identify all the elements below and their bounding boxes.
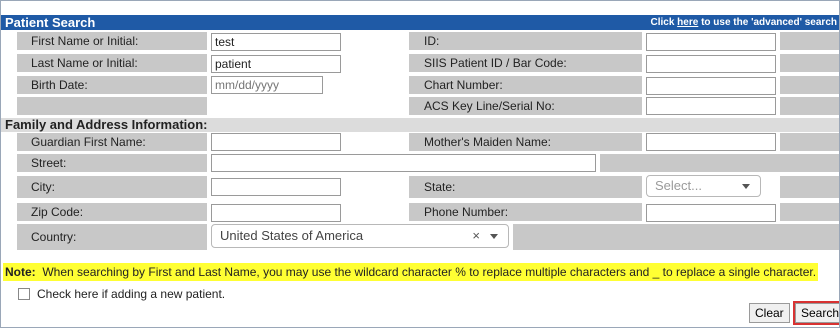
state-placeholder: Select... [655, 178, 702, 193]
chevron-down-icon [490, 234, 498, 239]
acs-key-input[interactable] [646, 97, 776, 115]
wildcard-note: Note: When searching by First and Last N… [3, 263, 819, 281]
advanced-link-here[interactable]: here [677, 17, 698, 28]
zip-code-label: Zip Code: [31, 205, 84, 219]
first-name-input[interactable] [211, 33, 341, 51]
phone-number-label: Phone Number: [424, 205, 509, 219]
new-patient-label: Check here if adding a new patient. [37, 287, 226, 301]
label-cell [780, 54, 839, 72]
first-name-label: First Name or Initial: [31, 34, 139, 48]
chart-number-input[interactable] [646, 77, 776, 95]
acs-key-label: ACS Key Line/Serial No: [424, 99, 555, 113]
maiden-name-label: Mother's Maiden Name: [424, 135, 552, 149]
new-patient-checkbox[interactable] [18, 288, 30, 300]
birth-date-label: Birth Date: [31, 78, 88, 92]
label-cell [780, 32, 839, 50]
advanced-search-link[interactable]: Click here to use the 'advanced' search [650, 17, 837, 29]
street-input[interactable] [211, 154, 596, 172]
label-cell [513, 224, 839, 250]
id-input[interactable] [646, 33, 776, 51]
id-label: ID: [424, 34, 440, 48]
maiden-name-input[interactable] [646, 133, 776, 151]
search-button[interactable]: Search [795, 303, 839, 323]
label-cell [780, 97, 839, 115]
advanced-link-suffix: to use the 'advanced' search [698, 17, 837, 28]
state-label: State: [424, 180, 456, 194]
country-select[interactable]: United States of America × [211, 224, 509, 248]
label-cell [409, 32, 642, 50]
label-cell [600, 154, 839, 172]
birth-date-input[interactable] [211, 76, 323, 94]
state-select[interactable]: Select... [646, 175, 761, 197]
guardian-input[interactable] [211, 133, 341, 151]
note-prefix: Note: [5, 265, 36, 279]
note-text: When searching by First and Last Name, y… [35, 265, 817, 279]
chart-number-label: Chart Number: [424, 78, 503, 92]
title-bar: Patient Search Click here to use the 'ad… [1, 15, 839, 30]
label-cell [780, 133, 839, 151]
clear-selection-icon[interactable]: × [472, 225, 480, 247]
phone-number-input[interactable] [646, 204, 776, 222]
last-name-input[interactable] [211, 55, 341, 73]
country-value: United States of America [220, 228, 364, 243]
family-section-header: Family and Address Information: [1, 117, 839, 132]
clear-button[interactable]: Clear [749, 303, 790, 323]
patient-search-panel: Patient Search Click here to use the 'ad… [0, 0, 840, 328]
city-input[interactable] [211, 178, 341, 196]
street-label: Street: [31, 156, 67, 170]
label-cell [780, 176, 839, 198]
guardian-label: Guardian First Name: [31, 135, 146, 149]
label-cell [17, 97, 207, 115]
siis-id-input[interactable] [646, 55, 776, 73]
label-cell [780, 203, 839, 221]
search-button-highlight: Search [793, 301, 839, 325]
last-name-label: Last Name or Initial: [31, 56, 138, 70]
country-label: Country: [31, 230, 77, 244]
label-cell [780, 76, 839, 94]
panel-title: Patient Search [5, 15, 96, 30]
siis-id-label: SIIS Patient ID / Bar Code: [424, 56, 567, 70]
zip-code-input[interactable] [211, 204, 341, 222]
advanced-link-prefix: Click [650, 17, 678, 28]
family-section-title: Family and Address Information: [5, 117, 208, 132]
city-label: City: [31, 180, 55, 194]
chevron-down-icon [742, 184, 750, 189]
